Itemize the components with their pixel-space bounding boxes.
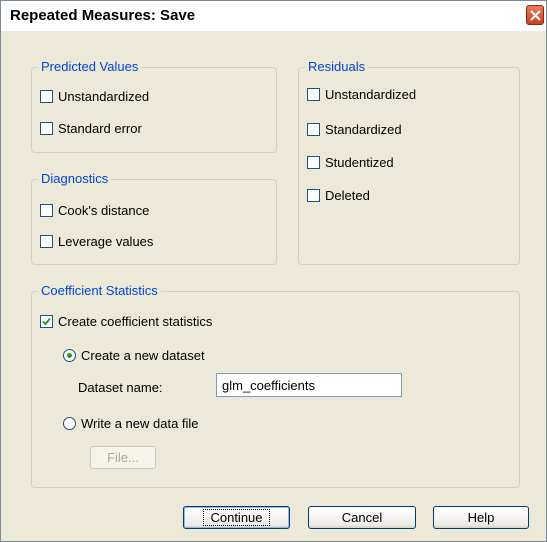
predicted-values-group: Predicted Values Unstandardized Standard…: [31, 59, 277, 153]
radio-circle[interactable]: [63, 348, 76, 362]
checkbox-box[interactable]: [307, 87, 320, 101]
dialog-title: Repeated Measures: Save: [10, 7, 196, 24]
predicted-values-title: Predicted Values: [38, 59, 142, 75]
checkbox-label: Unstandardized: [325, 86, 417, 102]
residuals-title: Residuals: [305, 59, 369, 75]
residuals-deleted-checkbox[interactable]: Deleted: [307, 186, 370, 204]
checkbox-box[interactable]: [40, 314, 53, 328]
continue-button[interactable]: Continue: [183, 506, 290, 529]
checkbox-box[interactable]: [40, 203, 53, 217]
close-button[interactable]: [526, 5, 544, 25]
diagnostics-group: Diagnostics Cook's distance Leverage val…: [31, 171, 277, 265]
checkbox-label: Cook's distance: [58, 202, 150, 218]
checkbox-label: Studentized: [325, 154, 394, 170]
create-coefficient-statistics-checkbox[interactable]: Create coefficient statistics: [40, 312, 212, 330]
help-button[interactable]: Help: [433, 506, 529, 529]
checkbox-box[interactable]: [40, 89, 53, 103]
checkbox-label: Standardized: [325, 121, 402, 137]
coefficient-statistics-title: Coefficient Statistics: [38, 283, 161, 299]
create-new-dataset-radio[interactable]: Create a new dataset: [63, 346, 205, 364]
dataset-name-input[interactable]: [216, 373, 402, 397]
radio-label: Create a new dataset: [81, 347, 205, 363]
checkbox-box[interactable]: [307, 155, 320, 169]
checkbox-label: Unstandardized: [58, 88, 150, 104]
checkbox-box[interactable]: [307, 188, 320, 202]
checkbox-label: Standard error: [58, 120, 142, 136]
residuals-unstandardized-checkbox[interactable]: Unstandardized: [307, 85, 416, 103]
dialog-body: Predicted Values Unstandardized Standard…: [1, 31, 546, 541]
save-dialog: Repeated Measures: Save Predicted Values…: [0, 0, 547, 542]
checkbox-label: Deleted: [325, 187, 370, 203]
cancel-button[interactable]: Cancel: [308, 506, 416, 529]
close-icon: [530, 10, 541, 21]
checkbox-box[interactable]: [40, 234, 53, 248]
radio-circle[interactable]: [63, 416, 76, 430]
check-icon: [42, 317, 51, 325]
cooks-distance-checkbox[interactable]: Cook's distance: [40, 201, 149, 219]
dataset-name-label: Dataset name:: [78, 380, 163, 395]
leverage-values-checkbox[interactable]: Leverage values: [40, 232, 153, 250]
checkbox-label: Leverage values: [58, 233, 154, 249]
checkbox-label: Create coefficient statistics: [58, 313, 213, 329]
residuals-standardized-checkbox[interactable]: Standardized: [307, 120, 402, 138]
title-bar[interactable]: Repeated Measures: Save: [1, 1, 546, 31]
file-button[interactable]: File...: [90, 446, 156, 469]
radio-selected-dot: [67, 352, 72, 358]
diagnostics-title: Diagnostics: [38, 171, 112, 187]
residuals-group: Residuals Unstandardized Standardized St…: [298, 59, 520, 265]
coefficient-statistics-group: Coefficient Statistics Create coefficien…: [31, 283, 520, 488]
radio-label: Write a new data file: [81, 415, 199, 431]
residuals-studentized-checkbox[interactable]: Studentized: [307, 153, 394, 171]
predicted-unstandardized-checkbox[interactable]: Unstandardized: [40, 87, 149, 105]
write-new-data-file-radio[interactable]: Write a new data file: [63, 414, 199, 432]
checkbox-box[interactable]: [307, 122, 320, 136]
predicted-standard-error-checkbox[interactable]: Standard error: [40, 119, 142, 137]
continue-button-label: Continue: [203, 509, 270, 526]
checkbox-box[interactable]: [40, 121, 53, 135]
